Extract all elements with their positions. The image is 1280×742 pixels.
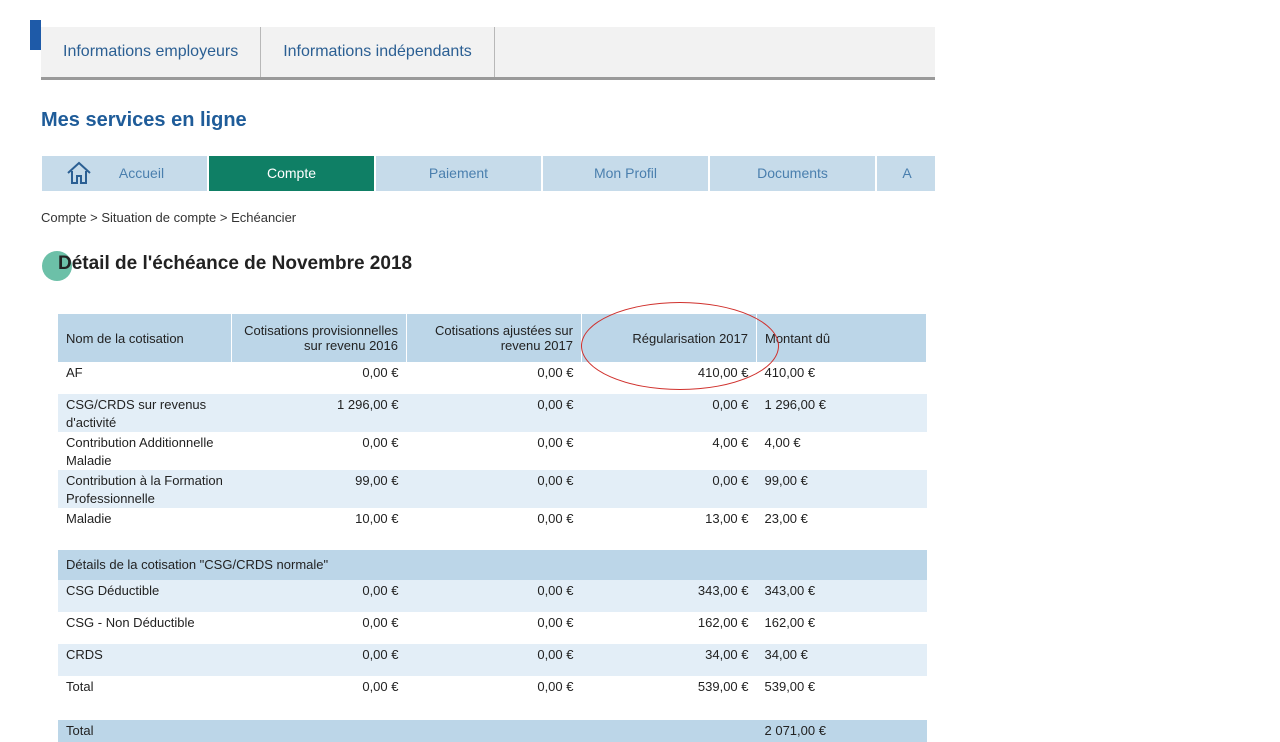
cell-value: 0,00 €: [231, 612, 407, 644]
nav-item-compte[interactable]: Compte: [209, 156, 374, 191]
brand-marker: [30, 20, 41, 50]
breadcrumb-situation[interactable]: Situation de compte: [101, 210, 216, 225]
table-row: CRDS 0,00 € 0,00 € 34,00 € 34,00 €: [58, 644, 927, 676]
cell-value: 34,00 €: [581, 644, 757, 676]
cell-value: 0,00 €: [406, 470, 582, 508]
cell-value: 0,00 €: [231, 362, 407, 394]
tab-employeurs[interactable]: Informations employeurs: [41, 27, 262, 77]
table-spacer: [58, 540, 927, 550]
table-header-row: Nom de la cotisation Cotisations provisi…: [58, 314, 927, 362]
cell-value: 539,00 €: [756, 676, 927, 720]
final-total-row: Total 2 071,00 €: [58, 720, 927, 742]
breadcrumb: Compte > Situation de compte > Echéancie…: [41, 210, 296, 225]
cell-value: 1 296,00 €: [231, 394, 407, 432]
cell-value: 410,00 €: [756, 362, 927, 394]
sub-header-label: Détails de la cotisation "CSG/CRDS norma…: [58, 550, 927, 580]
home-icon: [67, 161, 91, 184]
nav-item-accueil[interactable]: Accueil: [42, 156, 207, 191]
cell-value: 23,00 €: [756, 508, 927, 540]
cell-value: [231, 720, 407, 742]
cell-name: CRDS: [58, 644, 232, 676]
nav-item-mon-profil[interactable]: Mon Profil: [543, 156, 708, 191]
cell-name: AF: [58, 362, 232, 394]
cell-value: 0,00 €: [231, 432, 407, 470]
col-header-provisionnelles: Cotisations provisionnelles sur revenu 2…: [231, 314, 407, 362]
sub-header-row: Détails de la cotisation "CSG/CRDS norma…: [58, 550, 927, 580]
cell-name: Total: [58, 720, 232, 742]
cell-value: 10,00 €: [231, 508, 407, 540]
cell-value: 162,00 €: [581, 612, 757, 644]
cell-value: 0,00 €: [406, 362, 582, 394]
cell-value: 343,00 €: [581, 580, 757, 612]
col-header-name: Nom de la cotisation: [58, 314, 232, 362]
cell-value: 34,00 €: [756, 644, 927, 676]
col-header-ajustees: Cotisations ajustées sur revenu 2017: [406, 314, 582, 362]
breadcrumb-compte[interactable]: Compte: [41, 210, 87, 225]
cell-value: 0,00 €: [581, 470, 757, 508]
cell-value: [406, 720, 582, 742]
table-row: CSG/CRDS sur revenus d'activité 1 296,00…: [58, 394, 927, 432]
breadcrumb-separator: >: [86, 210, 102, 225]
main-nav: Accueil Compte Paiement Mon Profil Docum…: [42, 156, 935, 191]
cotisations-table: Nom de la cotisation Cotisations provisi…: [58, 314, 927, 742]
cell-value: 343,00 €: [756, 580, 927, 612]
section-title: Détail de l'échéance de Novembre 2018: [58, 253, 413, 274]
breadcrumb-separator: >: [216, 210, 232, 225]
cell-value: 13,00 €: [581, 508, 757, 540]
cell-value: 0,00 €: [581, 394, 757, 432]
nav-item-documents[interactable]: Documents: [710, 156, 875, 191]
cell-value: 0,00 €: [406, 676, 582, 720]
nav-label-accueil: Accueil: [118, 165, 165, 181]
cell-value: 0,00 €: [406, 612, 582, 644]
col-header-montant-du: Montant dû: [756, 314, 927, 362]
table-row: Total 0,00 € 0,00 € 539,00 € 539,00 €: [58, 676, 927, 720]
cell-value: [581, 720, 757, 742]
cell-value: 1 296,00 €: [756, 394, 927, 432]
cell-value: 0,00 €: [406, 432, 582, 470]
cell-value: 0,00 €: [406, 644, 582, 676]
table-row: CSG - Non Déductible 0,00 € 0,00 € 162,0…: [58, 612, 927, 644]
table-row: CSG Déductible 0,00 € 0,00 € 343,00 € 34…: [58, 580, 927, 612]
cell-name: CSG/CRDS sur revenus d'activité: [58, 394, 232, 432]
breadcrumb-echeancier: Echéancier: [231, 210, 297, 225]
cell-value: 0,00 €: [231, 580, 407, 612]
cell-name: Contribution Additionnelle Maladie: [58, 432, 232, 470]
cell-value: 0,00 €: [231, 644, 407, 676]
table-row: AF 0,00 € 0,00 € 410,00 € 410,00 €: [58, 362, 927, 394]
cell-name: CSG - Non Déductible: [58, 612, 232, 644]
cell-value: 162,00 €: [756, 612, 927, 644]
col-header-regularisation: Régularisation 2017: [581, 314, 757, 362]
nav-item-paiement[interactable]: Paiement: [376, 156, 541, 191]
table-row: Contribution à la Formation Professionne…: [58, 470, 927, 508]
cell-value: 539,00 €: [581, 676, 757, 720]
cell-name: Maladie: [58, 508, 232, 540]
cell-value: 99,00 €: [231, 470, 407, 508]
tab-independants[interactable]: Informations indépendants: [261, 27, 495, 77]
cell-name: Contribution à la Formation Professionne…: [58, 470, 232, 508]
cell-value: 2 071,00 €: [756, 720, 927, 742]
cell-name: Total: [58, 676, 232, 720]
cell-value: 410,00 €: [581, 362, 757, 394]
nav-item-more[interactable]: A: [877, 156, 935, 191]
cell-value: 0,00 €: [406, 394, 582, 432]
cell-value: 0,00 €: [406, 580, 582, 612]
table-row: Contribution Additionnelle Maladie 0,00 …: [58, 432, 927, 470]
cell-name: CSG Déductible: [58, 580, 232, 612]
cell-value: 0,00 €: [231, 676, 407, 720]
cell-value: 4,00 €: [756, 432, 927, 470]
cell-value: 0,00 €: [406, 508, 582, 540]
page-heading: Mes services en ligne: [41, 109, 247, 131]
table-row: Maladie 10,00 € 0,00 € 13,00 € 23,00 €: [58, 508, 927, 540]
cell-value: 4,00 €: [581, 432, 757, 470]
top-tabs: Informations employeurs Informations ind…: [41, 27, 935, 80]
cell-value: 99,00 €: [756, 470, 927, 508]
